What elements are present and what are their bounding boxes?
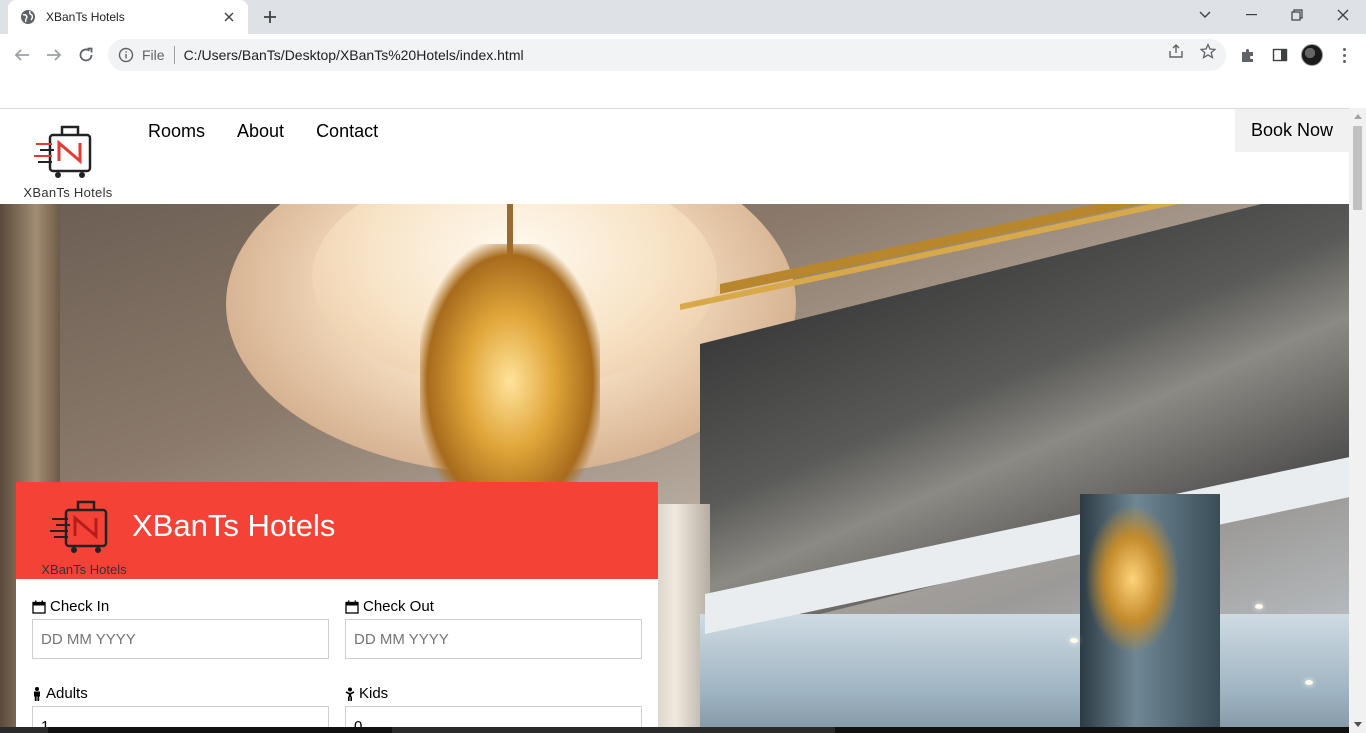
profile-avatar[interactable] [1301,44,1323,66]
forward-arrow-icon[interactable] [42,43,66,67]
check-out-label-text: Check Out [363,598,434,615]
restore-icon[interactable] [1274,0,1320,30]
bookmark-star-icon[interactable] [1199,42,1217,60]
url-scheme-label: File [142,47,165,63]
kids-label-text: Kids [359,685,389,702]
hero-reflected-chandelier [1085,504,1180,654]
luggage-logo-icon [50,500,108,553]
minimize-icon[interactable] [1228,0,1274,30]
logo-caption: XBanTs Hotels [23,185,113,200]
extensions-puzzle-icon[interactable] [1238,45,1258,65]
kids-label: Kids [345,685,388,702]
browser-tab-strip: XBanTs Hotels [0,0,1366,34]
check-in-label-text: Check In [50,598,110,615]
adults-label-text: Adults [46,685,88,702]
share-icon[interactable] [1167,42,1185,60]
check-out-label: Check Out [345,598,434,615]
page-viewport: XBanTs Hotels Rooms About Contact Book N… [0,76,1366,733]
hero-ceiling-light [1070,638,1078,643]
check-out-input[interactable] [345,619,642,659]
site-logo[interactable]: XBanTs Hotels [16,117,120,200]
hero-chandelier [420,244,600,494]
close-tab-icon[interactable] [220,8,238,26]
tab-title: XBanTs Hotels [46,10,125,24]
globe-icon [20,9,36,25]
info-icon[interactable] [118,47,134,63]
hero-ceiling-light [1255,604,1263,609]
browser-toolbar: File C:/Users/BanTs/Desktop/XBanTs%20Hot… [0,34,1366,76]
scroll-track-segment [835,727,1349,733]
vertical-scrollbar[interactable] [1349,108,1366,733]
luggage-logo-icon [34,125,92,178]
check-in-input[interactable] [32,619,329,659]
child-icon [345,687,355,701]
nav-link-rooms[interactable]: Rooms [148,121,205,142]
calendar-icon [345,600,359,614]
book-now-button[interactable]: Book Now [1235,109,1349,152]
new-tab-button[interactable] [258,6,282,28]
omnibox-divider [173,46,175,64]
horizontal-scrollbar[interactable] [0,727,1366,733]
url-text[interactable]: C:/Users/BanTs/Desktop/XBanTs%20Hotels/i… [184,47,524,63]
booking-title: XBanTs Hotels [132,508,336,543]
hero-ceiling-light [1305,680,1313,685]
main-nav: Rooms About Contact [148,121,378,142]
scroll-track-segment [48,727,392,733]
site-header: XBanTs Hotels Rooms About Contact Book N… [0,108,1349,204]
tab-search-chevron-down-icon[interactable] [1182,0,1228,30]
scrollbar-thumb[interactable] [1353,126,1362,210]
scroll-down-arrow-icon[interactable] [1354,722,1362,727]
booking-header: XBanTs Hotels XBanTs Hotels [16,482,658,579]
nav-link-about[interactable]: About [237,121,284,142]
browser-menu-icon[interactable] [1336,45,1352,65]
booking-logo: XBanTs Hotels [32,494,136,577]
check-in-label: Check In [32,598,109,615]
address-bar[interactable]: File C:/Users/BanTs/Desktop/XBanTs%20Hot… [108,39,1226,71]
close-window-icon[interactable] [1320,0,1366,30]
scroll-up-arrow-icon[interactable] [1354,114,1362,119]
male-person-icon [34,686,40,701]
booking-logo-caption: XBanTs Hotels [41,562,127,577]
browser-tab[interactable]: XBanTs Hotels [8,0,248,34]
side-panel-icon[interactable] [1270,45,1290,65]
back-arrow-icon[interactable] [10,43,34,67]
reload-icon[interactable] [74,43,98,67]
booking-form-card: XBanTs Hotels XBanTs Hotels Check In Che… [16,482,658,733]
calendar-icon [32,600,46,614]
hero-lower-room [700,614,1349,733]
nav-link-contact[interactable]: Contact [316,121,378,142]
adults-label: Adults [32,685,88,702]
